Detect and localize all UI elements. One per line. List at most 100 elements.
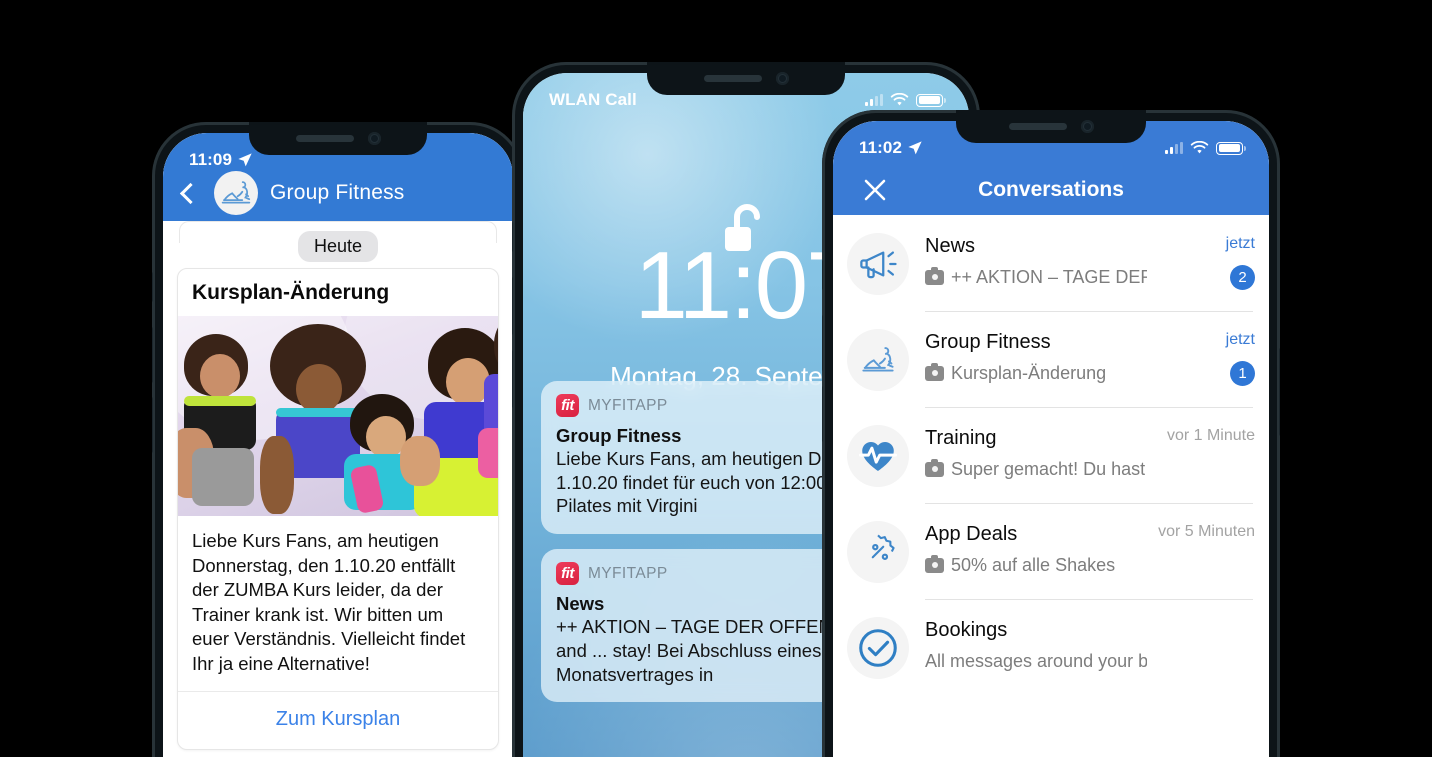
conversation-preview-text: 50% auf alle Shakes xyxy=(951,555,1116,575)
dancer-a-shorts xyxy=(192,448,254,506)
status-time: 11:02 xyxy=(859,138,903,157)
conversations-list[interactable]: News ++ AKTION – TAGE DER OF… jetzt 2 xyxy=(833,215,1269,757)
myfitapp-app-icon: fit xyxy=(556,562,579,586)
conversations-nav-bar: Conversations xyxy=(833,165,1269,215)
carrier-label: WLAN Call xyxy=(549,90,637,109)
list-item-meta: vor 5 Minuten xyxy=(1147,521,1255,541)
notch-middle-phone xyxy=(647,62,845,95)
wifi-icon xyxy=(890,93,909,106)
close-x-icon[interactable] xyxy=(863,178,887,202)
volume-down-button-right[interactable] xyxy=(822,386,823,442)
volume-down-button[interactable] xyxy=(152,397,153,453)
date-divider-label: Heute xyxy=(297,231,379,262)
battery-icon xyxy=(1216,141,1246,155)
earpiece-speaker xyxy=(1008,123,1067,130)
list-item-text: App Deals 50% auf alle Shakes xyxy=(925,521,1147,576)
camera-icon xyxy=(925,555,944,573)
conversation-timestamp: vor 5 Minuten xyxy=(1158,523,1255,540)
conversation-preview: Kursplan-Änderung xyxy=(925,363,1147,384)
phone-left-screen: 11:09 Group Fitness Heute Kursplan-Änder… xyxy=(163,133,513,757)
phone-right-conversations: 11:02 Conversations News ++ AKTION – TAG… xyxy=(822,110,1280,757)
list-item-news[interactable]: News ++ AKTION – TAGE DER OF… jetzt 2 xyxy=(847,215,1255,311)
zum-kursplan-button[interactable]: Zum Kursplan xyxy=(178,692,498,749)
check-circle-icon xyxy=(847,617,909,679)
conversation-name: App Deals xyxy=(925,523,1018,545)
location-arrow-icon xyxy=(238,153,252,167)
group-fitness-logo-glyph xyxy=(221,181,251,204)
conversation-name: News xyxy=(925,235,976,257)
camera-icon xyxy=(925,459,944,477)
mute-switch[interactable] xyxy=(152,272,153,302)
earpiece-speaker xyxy=(295,135,354,142)
list-item-text: News ++ AKTION – TAGE DER OF… xyxy=(925,233,1147,288)
list-item-meta: vor 1 Minute xyxy=(1147,425,1255,445)
date-divider-wrap: Heute xyxy=(177,231,499,262)
chat-title: Group Fitness xyxy=(270,181,405,204)
status-indicators-middle xyxy=(865,93,946,107)
battery-icon xyxy=(916,93,946,107)
list-item-meta: jetzt 1 xyxy=(1147,329,1255,386)
myfitapp-app-icon: fit xyxy=(556,394,579,417)
phone-left-group-fitness-chat: 11:09 Group Fitness Heute Kursplan-Änder… xyxy=(152,122,524,757)
conversation-preview: ++ AKTION – TAGE DER OF… xyxy=(925,267,1147,288)
phone-left-bezel: 11:09 Group Fitness Heute Kursplan-Änder… xyxy=(163,133,513,757)
dancer-b-arm xyxy=(260,436,294,514)
conversation-preview: All messages around your booki… xyxy=(925,651,1147,672)
message-card[interactable]: Kursplan-Änderung Liebe Kurs Fans, am he… xyxy=(177,268,499,750)
list-item-app-deals[interactable]: App Deals 50% auf alle Shakes vor 5 Minu… xyxy=(847,503,1255,599)
list-item-training[interactable]: Training Super gemacht! Du hast 10… vor … xyxy=(847,407,1255,503)
status-indicators-right xyxy=(1165,141,1246,155)
volume-down-button-middle[interactable] xyxy=(512,350,513,408)
list-item-meta xyxy=(1147,617,1255,619)
mute-switch-right[interactable] xyxy=(822,260,823,290)
conversation-preview-text: Kursplan-Änderung xyxy=(951,363,1107,383)
mute-switch-middle[interactable] xyxy=(512,222,513,252)
conversations-screen: 11:02 Conversations News ++ AKTION – TAG… xyxy=(833,121,1269,757)
chevron-left-icon[interactable] xyxy=(179,182,202,204)
dancer-a-face xyxy=(200,354,240,398)
heart-pulse-icon xyxy=(847,425,909,487)
list-item-bookings[interactable]: Bookings All messages around your booki… xyxy=(847,599,1255,695)
wifi-icon xyxy=(1190,141,1209,154)
conversation-timestamp: jetzt xyxy=(1225,331,1255,348)
volume-up-button-middle[interactable] xyxy=(512,277,513,335)
dancer-e-trim xyxy=(478,428,498,478)
status-time-group-right: 11:02 xyxy=(859,138,923,158)
list-item-text: Training Super gemacht! Du hast 10… xyxy=(925,425,1147,480)
conversation-preview: 50% auf alle Shakes xyxy=(925,555,1147,576)
dancer-a-trim xyxy=(184,396,256,406)
status-time-group: 11:09 xyxy=(189,150,253,170)
conversation-preview-text: Super gemacht! Du hast 10… xyxy=(951,459,1147,479)
screenshot-stage: 11:09 Group Fitness Heute Kursplan-Änder… xyxy=(0,0,1432,757)
page-title: Conversations xyxy=(978,178,1124,201)
notch-left-phone xyxy=(249,122,427,155)
dancer-b-trim xyxy=(276,408,360,417)
front-camera-icon xyxy=(367,132,381,145)
chat-message-area[interactable]: Heute Kursplan-Änderung Liebe Kurs Fans,… xyxy=(163,221,513,757)
camera-icon xyxy=(925,363,944,381)
earpiece-speaker xyxy=(703,75,762,82)
camera-icon xyxy=(925,267,944,285)
unread-badge: 2 xyxy=(1230,265,1255,290)
message-body: Liebe Kurs Fans, am heutigen Donnerstag,… xyxy=(192,530,466,674)
unread-badge: 1 xyxy=(1230,361,1255,386)
list-item-meta: jetzt 2 xyxy=(1147,233,1255,290)
percent-badge-icon xyxy=(847,521,909,583)
conversation-name: Training xyxy=(925,427,997,449)
volume-up-button[interactable] xyxy=(152,327,153,383)
power-button-right[interactable] xyxy=(1279,348,1280,436)
notification-app-name: MYFITAPP xyxy=(588,396,668,414)
zumba-class-photo xyxy=(178,316,498,516)
notch-right-phone xyxy=(956,110,1146,143)
volume-up-button-right[interactable] xyxy=(822,315,823,371)
conversation-preview-text: All messages around your booki… xyxy=(925,651,1147,671)
list-item-group-fitness[interactable]: Group Fitness Kursplan-Änderung jetzt 1 xyxy=(847,311,1255,407)
notification-app-name: MYFITAPP xyxy=(588,564,668,582)
cellular-signal-icon xyxy=(1165,142,1183,154)
conversation-preview-text: ++ AKTION – TAGE DER OF… xyxy=(951,267,1147,287)
location-arrow-icon xyxy=(908,141,922,155)
phone-right-bezel: 11:02 Conversations News ++ AKTION – TAG… xyxy=(833,121,1269,757)
message-title: Kursplan-Änderung xyxy=(192,281,390,304)
megaphone-icon xyxy=(847,233,909,295)
list-item-text: Bookings All messages around your booki… xyxy=(925,617,1147,672)
